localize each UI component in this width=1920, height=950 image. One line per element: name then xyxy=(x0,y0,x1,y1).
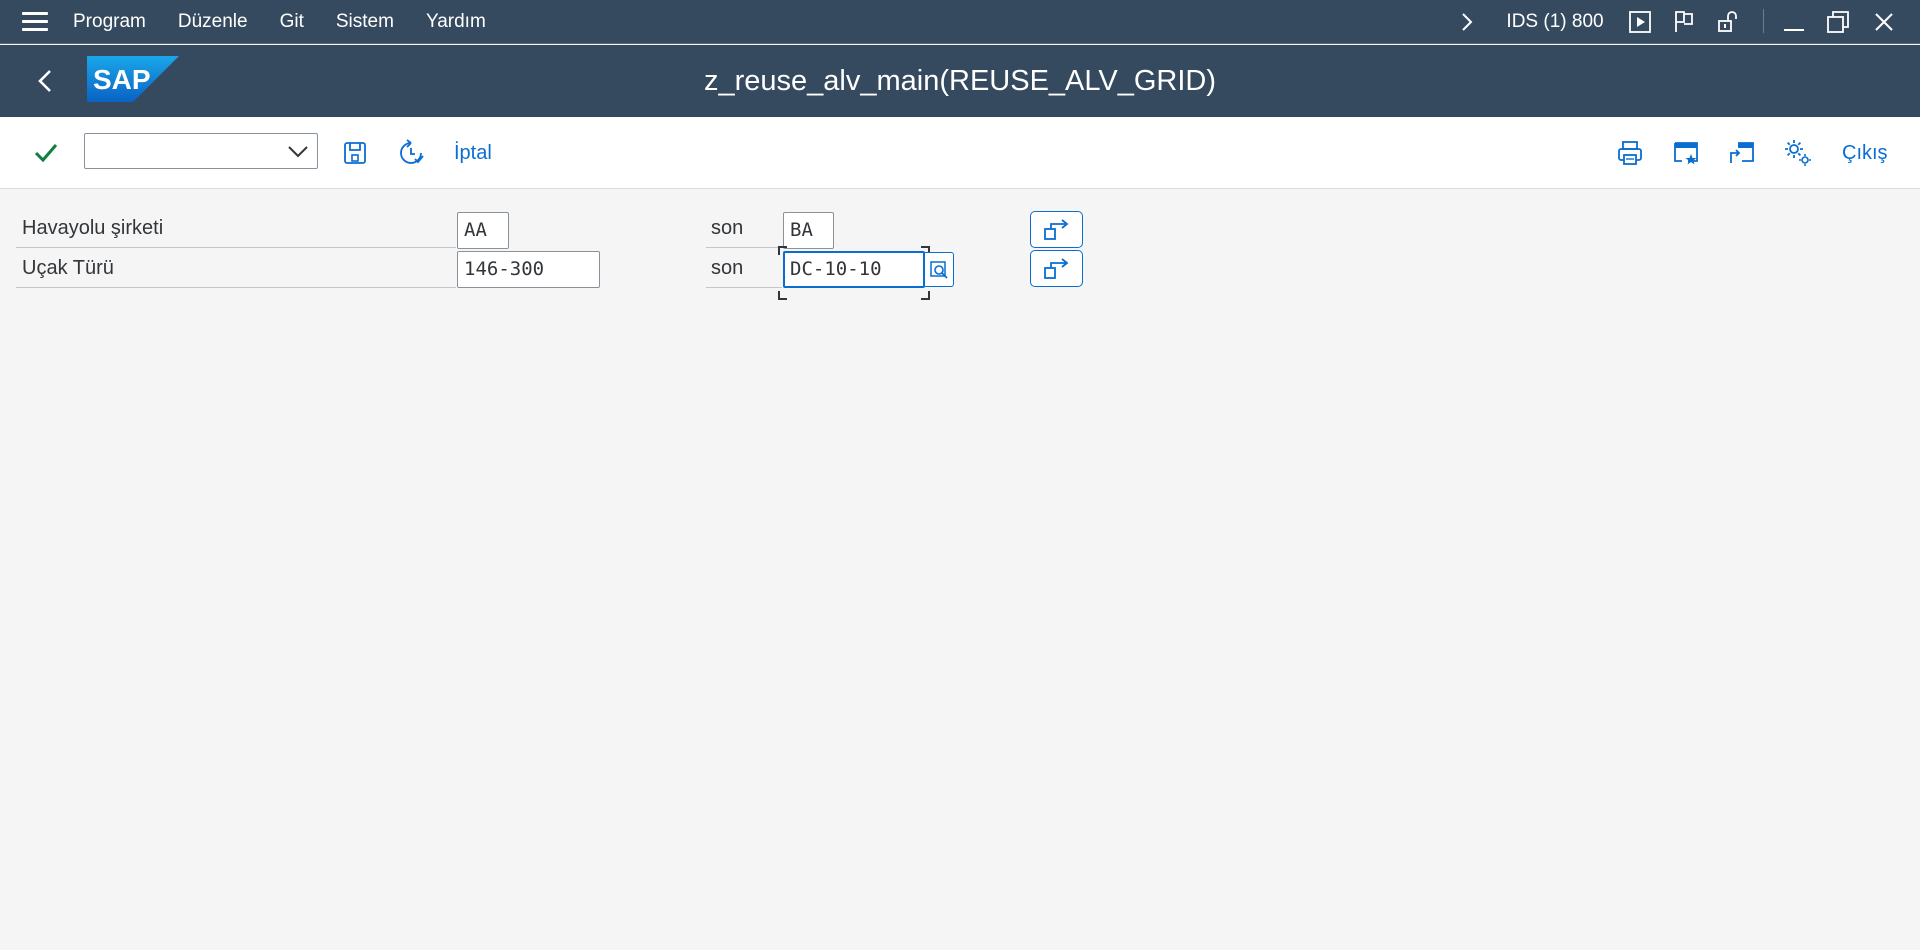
save-icon[interactable] xyxy=(337,135,373,171)
menu-bar: Program Düzenle Git Sistem Yardım IDS (1… xyxy=(0,0,1920,44)
exit-button[interactable]: Çıkış xyxy=(1842,135,1888,171)
hamburger-menu-icon[interactable] xyxy=(22,12,48,32)
maximize-icon[interactable] xyxy=(1824,0,1852,44)
airline-high-input[interactable]: BA xyxy=(783,212,834,249)
menu-item-git[interactable]: Git xyxy=(280,11,304,33)
enter-checkmark-icon[interactable] xyxy=(28,135,64,171)
back-arrow-icon[interactable] xyxy=(30,63,62,99)
aircraft-type-low-input[interactable]: 146-300 xyxy=(457,251,600,288)
row-divider xyxy=(16,287,456,288)
selection-screen: Havayolu şirketi AA son BA Uçak Türü 146… xyxy=(0,190,1920,950)
print-icon[interactable] xyxy=(1612,135,1648,171)
aircraft-type-label: Uçak Türü xyxy=(22,257,114,279)
new-window-icon[interactable] xyxy=(1724,135,1760,171)
multiple-selection-arrow-icon xyxy=(1043,257,1068,279)
chevron-right-icon[interactable] xyxy=(1455,0,1479,44)
sap-logo: SAP xyxy=(87,56,179,102)
airline-low-input[interactable]: AA xyxy=(457,212,509,249)
row-divider xyxy=(16,247,456,248)
unlock-icon[interactable] xyxy=(1714,0,1742,44)
sessions-icon[interactable] xyxy=(1670,0,1698,44)
cancel-button[interactable]: İptal xyxy=(454,135,492,171)
aircraft-type-high-input[interactable]: DC-10-10 xyxy=(783,251,925,288)
divider xyxy=(1763,9,1764,33)
menu-item-yardim[interactable]: Yardım xyxy=(426,11,486,33)
menu-item-program[interactable]: Program xyxy=(73,11,146,33)
minimize-icon[interactable] xyxy=(1780,0,1808,44)
close-icon[interactable] xyxy=(1870,0,1898,44)
settings-gear-icon[interactable] xyxy=(1780,135,1816,171)
aircraft-type-to-label: son xyxy=(711,257,744,279)
multiple-selection-arrow-icon xyxy=(1043,218,1068,240)
title-bar: SAP z_reuse_alv_main(REUSE_ALV_GRID) xyxy=(0,45,1920,117)
focus-corner xyxy=(778,291,787,300)
search-help-icon xyxy=(930,260,948,279)
page-title: z_reuse_alv_main(REUSE_ALV_GRID) xyxy=(703,64,1216,97)
focus-corner xyxy=(778,246,787,255)
chevron-down-icon[interactable] xyxy=(287,142,309,160)
value-help-button[interactable] xyxy=(925,252,954,287)
aircraft-type-multiple-selection-button[interactable] xyxy=(1030,250,1083,287)
airline-to-label: son xyxy=(711,217,744,239)
menu-item-duzenle[interactable]: Düzenle xyxy=(178,11,248,33)
menu-item-sistem[interactable]: Sistem xyxy=(336,11,394,33)
row-divider xyxy=(706,247,782,248)
svg-text:SAP: SAP xyxy=(93,64,151,95)
airline-multiple-selection-button[interactable] xyxy=(1030,211,1083,248)
airline-label: Havayolu şirketi xyxy=(22,217,164,239)
row-divider xyxy=(706,287,782,288)
system-info: IDS (1) 800 xyxy=(1506,11,1604,32)
menu-items: Program Düzenle Git Sistem Yardım xyxy=(73,0,518,44)
focus-corner xyxy=(921,291,930,300)
history-icon[interactable] xyxy=(393,135,429,171)
application-toolbar: İptal Çıkış xyxy=(0,117,1920,189)
play-icon[interactable] xyxy=(1626,0,1654,44)
favorites-window-icon[interactable] xyxy=(1668,135,1704,171)
command-field[interactable] xyxy=(84,133,318,169)
